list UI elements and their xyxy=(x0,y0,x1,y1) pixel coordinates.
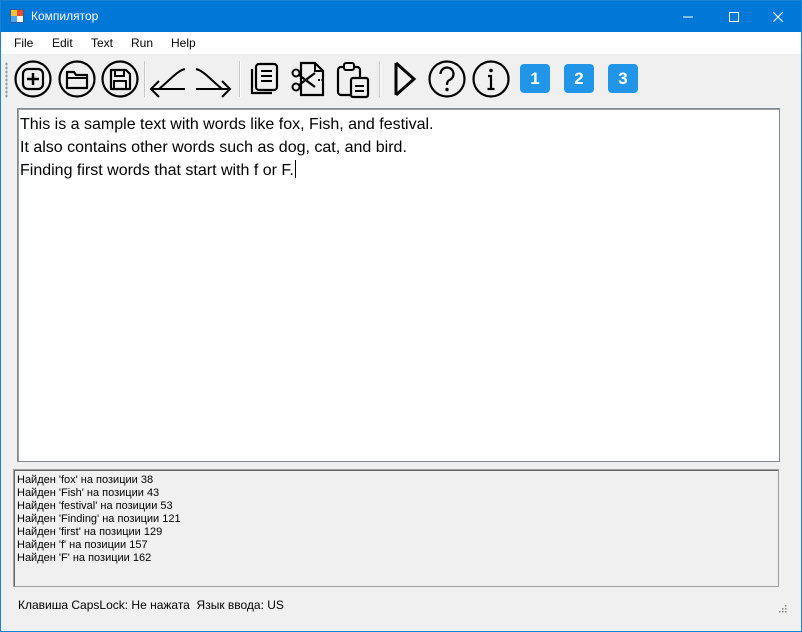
resize-grip-icon[interactable] xyxy=(777,603,787,613)
paste-icon xyxy=(336,62,370,99)
app-window: Компилятор File Edit Text Run Help 1 2 3… xyxy=(0,0,802,632)
task-2-button[interactable]: 2 xyxy=(564,64,594,93)
undo-button[interactable] xyxy=(147,58,189,100)
output-line: Найден 'first' на позиции 129 xyxy=(17,526,163,538)
run-button[interactable] xyxy=(383,58,425,100)
editor-line-text: Finding first words that start with f or… xyxy=(20,162,294,179)
code-editor[interactable]: This is a sample text with words like fo… xyxy=(17,108,780,462)
menu-edit[interactable]: Edit xyxy=(52,36,73,50)
editor-line: It also contains other words such as dog… xyxy=(20,139,407,156)
output-line: Найден 'F' на позиции 162 xyxy=(17,552,152,564)
close-button[interactable] xyxy=(755,1,801,32)
cut-button[interactable] xyxy=(288,58,330,100)
toolbar: 1 2 3 xyxy=(1,54,801,104)
text-caret xyxy=(294,160,296,178)
window-title: Компилятор xyxy=(31,9,99,23)
editor-line-last: Finding first words that start with f or… xyxy=(20,159,296,182)
info-icon xyxy=(472,60,510,98)
redo-button[interactable] xyxy=(192,58,234,100)
save-button[interactable] xyxy=(99,58,141,100)
menu-help[interactable]: Help xyxy=(171,36,196,50)
undo-icon xyxy=(149,68,186,98)
app-icon xyxy=(10,9,24,23)
output-line: Найден 'fox' на позиции 38 xyxy=(17,474,154,486)
menu-text[interactable]: Text xyxy=(91,36,113,50)
redo-icon xyxy=(195,68,232,98)
maximize-button[interactable] xyxy=(711,1,757,32)
output-line: Найден 'festival' на позиции 53 xyxy=(17,500,173,512)
output-line: Найден 'Fish' на позиции 43 xyxy=(17,487,160,499)
task-3-button[interactable]: 3 xyxy=(608,64,638,93)
editor-line: This is a sample text with words like fo… xyxy=(20,116,434,133)
paste-button[interactable] xyxy=(332,58,374,100)
open-file-button[interactable] xyxy=(56,58,98,100)
toolbar-separator xyxy=(239,61,241,97)
save-icon xyxy=(101,60,139,98)
output-panel[interactable]: Найден 'fox' на позиции 38 Найден 'Fish'… xyxy=(13,469,779,587)
minimize-button[interactable] xyxy=(665,1,711,32)
copy-icon xyxy=(250,62,279,95)
run-icon xyxy=(394,61,417,97)
help-button[interactable] xyxy=(426,58,468,100)
menu-run[interactable]: Run xyxy=(131,36,153,50)
close-icon xyxy=(773,11,783,22)
copy-button[interactable] xyxy=(243,58,285,100)
menu-file[interactable]: File xyxy=(14,36,33,50)
info-button[interactable] xyxy=(470,58,512,100)
maximize-icon xyxy=(729,11,739,22)
open-folder-icon xyxy=(58,60,96,98)
new-file-icon xyxy=(14,60,52,98)
toolbar-grip[interactable] xyxy=(5,62,8,98)
menu-bar: File Edit Text Run Help xyxy=(1,32,801,54)
output-line: Найден 'Finding' на позиции 121 xyxy=(17,513,181,525)
output-line: Найден 'f' на позиции 157 xyxy=(17,539,148,551)
toolbar-separator xyxy=(144,61,146,97)
toolbar-separator xyxy=(379,61,381,97)
title-bar[interactable]: Компилятор xyxy=(1,1,801,32)
task-1-button[interactable]: 1 xyxy=(520,64,550,93)
status-text: Клавиша CapsLock: Не нажата Язык ввода: … xyxy=(18,598,284,612)
cut-icon xyxy=(291,61,325,97)
status-bar: Клавиша CapsLock: Не нажата Язык ввода: … xyxy=(1,591,801,631)
help-icon xyxy=(428,60,466,98)
minimize-icon xyxy=(683,16,693,17)
new-file-button[interactable] xyxy=(12,58,54,100)
